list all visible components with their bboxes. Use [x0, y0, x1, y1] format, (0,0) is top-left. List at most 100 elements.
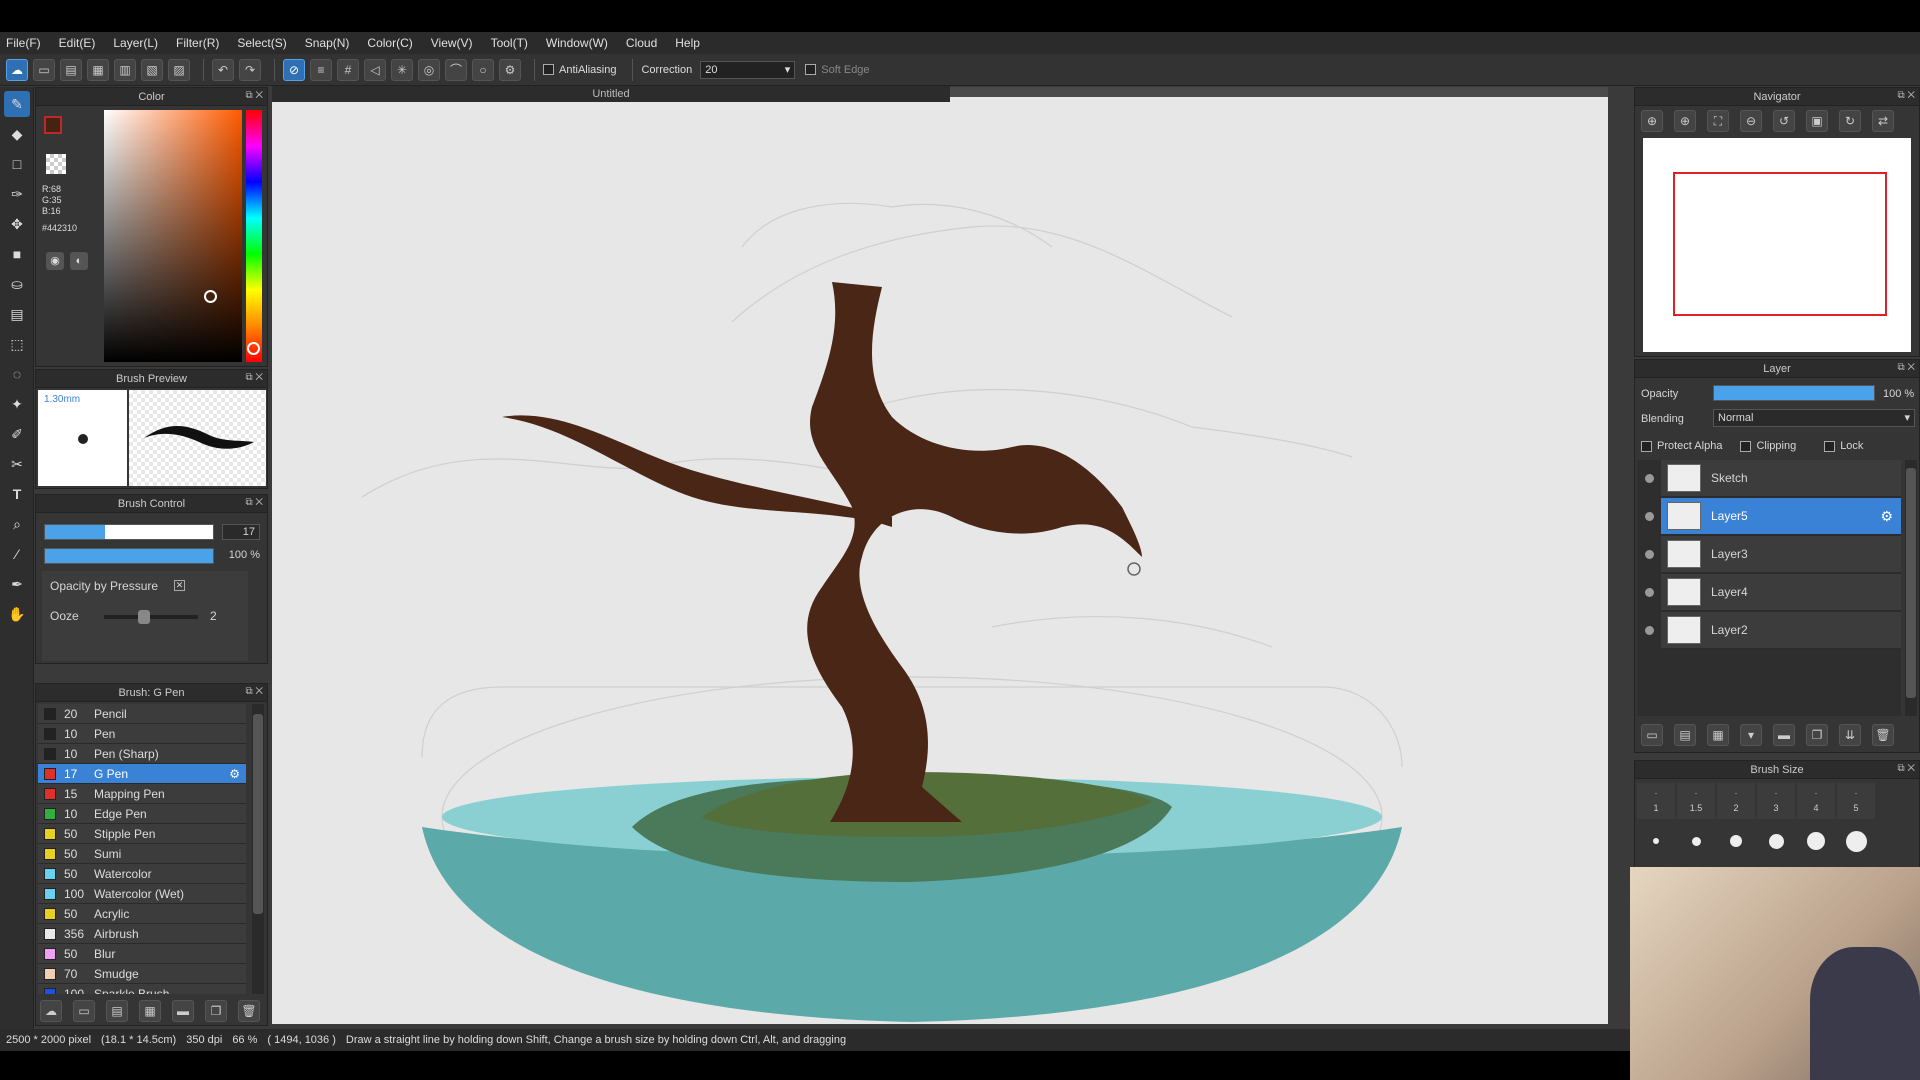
save-icon[interactable]: ▦	[87, 58, 109, 81]
brush-delete-icon[interactable]: 🗑	[238, 1000, 260, 1022]
new-halftone-layer-icon[interactable]: ▤	[1674, 724, 1696, 746]
brush-list-item[interactable]: 100 Sparkle Brush	[38, 984, 246, 994]
layer-row[interactable]: Layer4	[1645, 574, 1901, 612]
soft-edge-checkbox[interactable]	[805, 64, 817, 75]
foreground-color-swatch[interactable]	[44, 116, 62, 134]
brush-size-cell[interactable]: · 5	[1837, 783, 1875, 819]
layer-opacity-slider[interactable]	[1713, 385, 1875, 401]
export-icon[interactable]: ▥	[114, 58, 136, 81]
brush-size-input[interactable]: 17	[222, 524, 260, 540]
document-tab[interactable]: Untitled	[272, 86, 950, 102]
brush-size-cell[interactable]: · 3	[1757, 783, 1795, 819]
menu-view[interactable]: View(V)	[431, 36, 473, 50]
zoom-in-icon[interactable]: ⊕	[1641, 110, 1663, 132]
brush-opacity-slider[interactable]	[44, 548, 214, 564]
brush-list-item[interactable]: 10 Pen	[38, 724, 246, 744]
menu-window[interactable]: Window(W)	[546, 36, 608, 50]
layer-row[interactable]: Layer3	[1645, 536, 1901, 574]
gear-icon[interactable]: ⚙	[229, 767, 240, 781]
brush-duplicate-icon[interactable]: ❐	[205, 1000, 227, 1022]
undo-icon[interactable]: ↶	[212, 58, 234, 81]
pen-tool-icon[interactable]: ✑	[4, 181, 30, 207]
brush-list-item[interactable]: 10 Pen (Sharp)	[38, 744, 246, 764]
flip-icon[interactable]: ⇄	[1872, 110, 1894, 132]
magic-wand-tool-icon[interactable]: ✦	[4, 391, 30, 417]
panel-close-icon[interactable]: ⧉ ✕	[1897, 763, 1915, 774]
saturation-value-picker[interactable]	[104, 110, 242, 362]
layers-icon[interactable]: ▧	[141, 58, 163, 81]
brush-list-item[interactable]: 20 Pencil	[38, 704, 246, 724]
brush-size-slider[interactable]	[44, 524, 214, 540]
menu-tool[interactable]: Tool(T)	[491, 36, 528, 50]
brush-size-cell[interactable]: · 4	[1797, 783, 1835, 819]
duplicate-layer-icon[interactable]: ❐	[1806, 724, 1828, 746]
brush-list-item[interactable]: 356 Airbrush	[38, 924, 246, 944]
layer-list-scrollbar[interactable]	[1905, 460, 1917, 716]
divide-tool-icon[interactable]: ⌕	[4, 511, 30, 537]
delete-layer-icon[interactable]: 🗑	[1872, 724, 1894, 746]
snap-circle-icon[interactable]: ◎	[418, 58, 440, 81]
zoom-plus-icon[interactable]: ⊕	[1674, 110, 1696, 132]
artwork-canvas[interactable]	[272, 87, 1608, 1024]
menu-file[interactable]: File(F)	[6, 36, 41, 50]
opacity-by-pressure-checkbox[interactable]: ✕	[174, 580, 185, 591]
menu-select[interactable]: Select(S)	[237, 36, 286, 50]
transparent-color-swatch[interactable]	[46, 154, 66, 174]
move-tool-icon[interactable]: ✥	[4, 211, 30, 237]
select-rect-tool-icon[interactable]: ⬚	[4, 331, 30, 357]
brush-tool-icon[interactable]: ✎	[4, 91, 30, 117]
grid-icon[interactable]: ▨	[168, 58, 190, 81]
eye-icon[interactable]	[1645, 473, 1654, 483]
menu-color[interactable]: Color(C)	[367, 36, 412, 50]
ooze-slider-handle[interactable]	[138, 610, 150, 624]
bucket-tool-icon[interactable]: ⛀	[4, 271, 30, 297]
panel-close-icon[interactable]: ⧉ ✕	[245, 497, 263, 508]
snap-curve-icon[interactable]: ⌒	[445, 58, 467, 81]
rotate-right-icon[interactable]: ↻	[1839, 110, 1861, 132]
menu-edit[interactable]: Edit(E)	[59, 36, 96, 50]
eraser-tool-icon[interactable]: ◆	[4, 121, 30, 147]
lasso-tool-icon[interactable]: ◌	[4, 361, 30, 387]
new-8bit-layer-icon[interactable]: ▦	[1707, 724, 1729, 746]
panel-close-icon[interactable]: ⧉ ✕	[1897, 362, 1915, 373]
cloud-icon[interactable]: ☁	[6, 58, 28, 81]
dropper-tool-icon[interactable]: ✒	[4, 571, 30, 597]
new-layer-icon[interactable]: ▭	[1641, 724, 1663, 746]
color-picker-cursor[interactable]	[204, 290, 217, 303]
brush-size-dot[interactable]	[1845, 830, 1867, 852]
clipping-checkbox[interactable]	[1740, 440, 1752, 452]
eye-icon[interactable]	[1645, 549, 1654, 559]
fill-rect-tool-icon[interactable]: ■	[4, 241, 30, 267]
blending-select[interactable]: Normal ▾	[1713, 409, 1915, 427]
brush-settings-icon[interactable]: ▦	[139, 1000, 161, 1022]
eye-icon[interactable]	[1645, 625, 1654, 635]
brush-list-item[interactable]: 100 Watercolor (Wet)	[38, 884, 246, 904]
brush-list-item[interactable]: 50 Stipple Pen	[38, 824, 246, 844]
brush-size-dot[interactable]	[1691, 836, 1701, 846]
brush-size-cell[interactable]: · 2	[1717, 783, 1755, 819]
gradient-tool-icon[interactable]: ▤	[4, 301, 30, 327]
layer-add-menu-icon[interactable]: ▾	[1740, 724, 1762, 746]
eye-icon[interactable]	[1645, 587, 1654, 597]
select-pen-tool-icon[interactable]: ✐	[4, 421, 30, 447]
brush-list-item[interactable]: 50 Watercolor	[38, 864, 246, 884]
select-eraser-tool-icon[interactable]: ✂	[4, 451, 30, 477]
brush-list-item[interactable]: 50 Blur	[38, 944, 246, 964]
navigator-preview[interactable]	[1643, 138, 1911, 352]
brush-list-item[interactable]: 50 Acrylic	[38, 904, 246, 924]
merge-layer-icon[interactable]: ⇊	[1839, 724, 1861, 746]
brush-list-item[interactable]: 15 Mapping Pen	[38, 784, 246, 804]
panel-close-icon[interactable]: ⧉ ✕	[1897, 90, 1915, 101]
shape-tool-icon[interactable]: □	[4, 151, 30, 177]
hue-slider[interactable]	[246, 110, 262, 362]
text-tool-icon[interactable]: T	[4, 481, 30, 507]
brush-size-dot[interactable]	[1768, 833, 1784, 849]
palette-icon[interactable]: ◉	[46, 252, 64, 270]
hue-slider-handle[interactable]	[247, 342, 260, 355]
brush-list-item[interactable]: 17 G Pen ⚙	[38, 764, 246, 784]
menu-cloud[interactable]: Cloud	[626, 36, 657, 50]
brush-import-icon[interactable]: ▤	[106, 1000, 128, 1022]
brush-size-dot[interactable]	[1653, 838, 1659, 844]
color-history-icon[interactable]: ◐	[70, 252, 88, 270]
brush-list-item[interactable]: 10 Edge Pen	[38, 804, 246, 824]
